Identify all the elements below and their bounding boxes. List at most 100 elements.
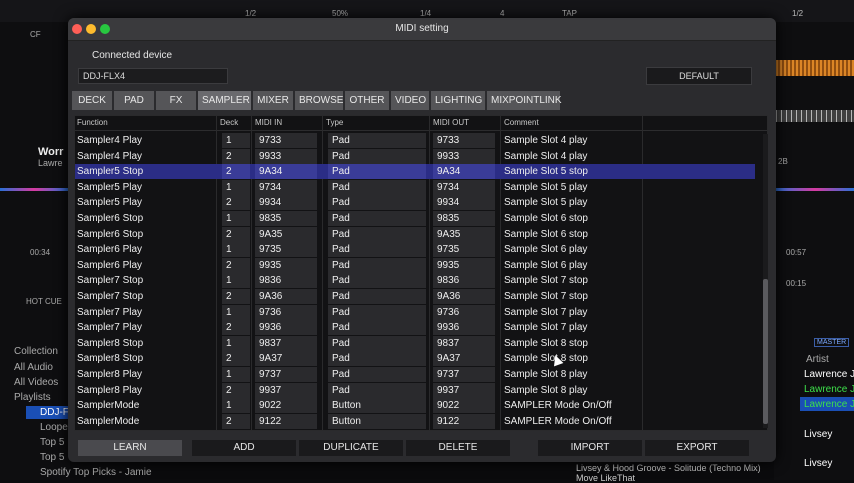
table-row[interactable]: Sampler7 Play 2 9936 Pad 9936 Sample Slot 7 p… (75, 320, 755, 336)
tab-browse[interactable]: BROWSE (295, 91, 343, 110)
cell-type: Pad (328, 257, 426, 273)
cell-midi-in: 9122 (255, 413, 317, 429)
cell-function: Sampler6 Play (77, 244, 143, 256)
connected-device-select[interactable]: DDJ-FLX4 (78, 68, 228, 84)
bg-artist-cell: Lawrence J (804, 369, 854, 380)
import-button[interactable]: IMPORT (538, 440, 642, 456)
tab-deck[interactable]: DECK (72, 91, 112, 110)
bg-master-badge: MASTER (814, 338, 850, 347)
cell-type: Button (328, 413, 426, 429)
cell-deck: 1 (222, 335, 250, 351)
cell-midi-out: 9936 (433, 320, 495, 336)
learn-button[interactable]: LEARN (78, 440, 182, 456)
tab-mixpointlink[interactable]: MIXPOINTLINK (487, 91, 562, 110)
cell-midi-in: 9837 (255, 335, 317, 351)
duplicate-button[interactable]: DUPLICATE (299, 440, 403, 456)
delete-button[interactable]: DELETE (406, 440, 510, 456)
table-header: Function Deck MIDI IN Type MIDI OUT Comm… (75, 116, 767, 131)
cell-type: Pad (328, 320, 426, 336)
table-row[interactable]: Sampler4 Play 2 9933 Pad 9933 Sample Slot 4 p… (75, 148, 755, 164)
cell-type: Pad (328, 367, 426, 382)
bg-playlists[interactable]: Playlists (14, 392, 51, 403)
table-row[interactable]: Sampler8 Stop 2 9A37 Pad 9A37 Sample Slot 8 s… (75, 351, 755, 367)
bg-top-label: 4 (500, 9, 505, 18)
cell-midi-out: 9837 (433, 335, 495, 351)
table-row[interactable]: Sampler7 Stop 2 9A36 Pad 9A36 Sample Slot 7 s… (75, 289, 755, 304)
cell-midi-in: 9022 (255, 398, 317, 414)
bg-all-videos[interactable]: All Videos (14, 377, 58, 388)
cell-comment: Sample Slot 5 stop (504, 166, 588, 178)
column-header-type[interactable]: Type (326, 118, 343, 127)
bg-playlist-item[interactable]: DDJ-F (40, 407, 69, 418)
cell-midi-out: 9733 (433, 133, 495, 148)
cell-type: Pad (328, 289, 426, 304)
export-button[interactable]: EXPORT (645, 440, 749, 456)
bg-collection[interactable]: Collection (14, 346, 58, 357)
column-header-midi-in[interactable]: MIDI IN (255, 118, 282, 127)
bg-playlist-item[interactable]: Top 5 (40, 452, 64, 463)
tab-mixer[interactable]: MIXER (253, 91, 293, 110)
add-button[interactable]: ADD (192, 440, 296, 456)
cell-comment: Sample Slot 7 play (504, 306, 588, 318)
tab-other[interactable]: OTHER (345, 91, 389, 110)
cell-type: Pad (328, 226, 426, 242)
cell-deck: 1 (222, 211, 250, 226)
table-row[interactable]: Sampler5 Stop 2 9A34 Pad 9A34 Sample Slot 5 s… (75, 164, 755, 180)
table-row[interactable]: Sampler6 Stop 1 9835 Pad 9835 Sample Slot 6 s… (75, 211, 755, 226)
cell-deck: 1 (222, 242, 250, 258)
cell-midi-in: 9937 (255, 382, 317, 398)
table-row[interactable]: Sampler8 Play 1 9737 Pad 9737 Sample Slot 8 p… (75, 367, 755, 382)
bg-playlist-item[interactable]: Loope (40, 422, 68, 433)
bg-playlist-item[interactable]: Top 5 (40, 437, 64, 448)
cell-deck: 1 (222, 133, 250, 148)
cell-midi-in: 9733 (255, 133, 317, 148)
cell-deck: 1 (222, 304, 250, 320)
default-button[interactable]: DEFAULT (646, 67, 752, 85)
bg-artist-cell: Lawrence J (804, 399, 854, 410)
table-row[interactable]: Sampler5 Play 2 9934 Pad 9934 Sample Slot 5 p… (75, 195, 755, 211)
cell-type: Pad (328, 164, 426, 180)
cell-deck: 1 (222, 398, 250, 414)
column-header-deck[interactable]: Deck (220, 118, 238, 127)
table-scrollbar[interactable] (763, 134, 768, 428)
cell-type: Pad (328, 335, 426, 351)
cell-comment: Sample Slot 8 play (504, 384, 588, 396)
cell-midi-out: 9735 (433, 242, 495, 258)
table-row[interactable]: Sampler5 Play 1 9734 Pad 9734 Sample Slot 5 p… (75, 179, 755, 195)
table-row[interactable]: Sampler8 Play 2 9937 Pad 9937 Sample Slot 8 p… (75, 382, 755, 398)
bg-top-label: 1/4 (420, 9, 432, 18)
tab-pad[interactable]: PAD (114, 91, 154, 110)
table-row[interactable]: Sampler4 Play 1 9733 Pad 9733 Sample Slot 4 p… (75, 133, 755, 148)
tab-lighting[interactable]: LIGHTING (431, 91, 485, 110)
bg-playlist-item[interactable]: Spotify Top Picks - Jamie (40, 467, 152, 478)
table-row[interactable]: Sampler7 Play 1 9736 Pad 9736 Sample Slot 7 p… (75, 304, 755, 320)
table-row[interactable]: SamplerMode 1 9022 Button 9022 SAMPLER Mode O… (75, 398, 755, 414)
cell-midi-out: 9934 (433, 195, 495, 211)
tab-sampler[interactable]: SAMPLER (198, 91, 251, 110)
column-header-function[interactable]: Function (77, 118, 108, 127)
bg-all-audio[interactable]: All Audio (14, 362, 53, 373)
midi-setting-dialog: MIDI setting Connected device DDJ-FLX4 D… (68, 18, 776, 462)
bg-artist-cell: Lawrence J (804, 384, 854, 395)
bg-track-title: Worr (38, 146, 64, 158)
tab-fx[interactable]: FX (156, 91, 196, 110)
cell-midi-out: 9937 (433, 382, 495, 398)
cell-function: Sampler8 Stop (77, 337, 144, 349)
cell-function: Sampler8 Play (77, 384, 143, 396)
cell-midi-out: 9935 (433, 257, 495, 273)
column-header-midi-out[interactable]: MIDI OUT (433, 118, 469, 127)
table-row[interactable]: Sampler6 Stop 2 9A35 Pad 9A35 Sample Slot 6 s… (75, 226, 755, 242)
bg-time: 00:34 (30, 248, 51, 257)
scrollbar-thumb[interactable] (763, 279, 768, 424)
table-row[interactable]: SamplerMode 2 9122 Button 9122 SAMPLER Mode O… (75, 413, 755, 429)
cell-deck: 1 (222, 179, 250, 195)
tab-video[interactable]: VIDEO (391, 91, 429, 110)
table-row[interactable]: Sampler7 Stop 1 9836 Pad 9836 Sample Slot 7 s… (75, 273, 755, 289)
table-row[interactable]: Sampler8 Stop 1 9837 Pad 9837 Sample Slot 8 s… (75, 335, 755, 351)
table-row[interactable]: Sampler6 Play 2 9935 Pad 9935 Sample Slot 6 p… (75, 257, 755, 273)
table-row[interactable]: Sampler6 Play 1 9735 Pad 9735 Sample Slot 6 p… (75, 242, 755, 258)
cell-midi-in: 9A35 (255, 226, 317, 242)
column-header-comment[interactable]: Comment (504, 118, 539, 127)
cell-comment: Sample Slot 5 play (504, 197, 588, 209)
cell-function: Sampler5 Play (77, 181, 143, 193)
